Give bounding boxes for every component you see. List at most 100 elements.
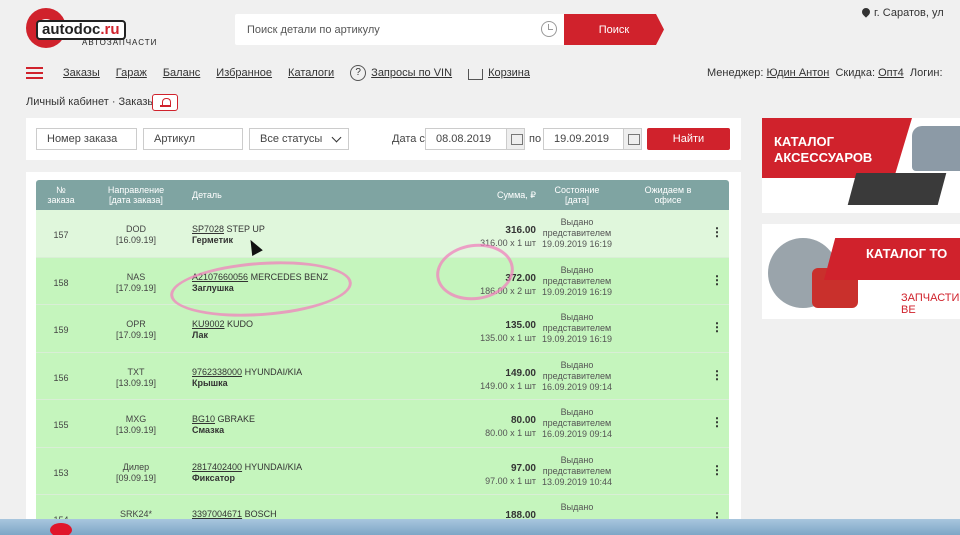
status-select[interactable]: Все статусы	[249, 128, 349, 150]
part-article-link[interactable]: KU9002	[192, 319, 225, 329]
nav-cart[interactable]: Корзина	[468, 67, 530, 80]
order-part: 2817402400 HYUNDAI/KIA Фиксатор	[192, 462, 302, 484]
logo-subtitle: АВТОЗАПЧАСТИ	[82, 38, 158, 47]
autodoc-logo[interactable]: autodoc.ru АВТОЗАПЧАСТИ	[26, 8, 176, 48]
order-number: 157	[53, 230, 69, 240]
order-direction: MXG [13.09.19]	[115, 414, 157, 435]
main-nav: Заказы Гараж Баланс Избранное Каталоги ?…	[63, 65, 530, 81]
more-options-icon[interactable]: ⋮	[711, 273, 723, 287]
car-image	[912, 126, 960, 171]
nav-catalogs[interactable]: Каталоги	[288, 67, 334, 79]
part-name: Крышка	[192, 377, 228, 388]
notification-bell-icon[interactable]	[152, 94, 178, 111]
nav-vin-label[interactable]: Запросы по VIN	[371, 67, 452, 79]
order-number: 155	[53, 420, 69, 430]
date-to-label: по	[529, 133, 542, 145]
header-state: Состояние [дата]	[554, 185, 600, 205]
more-options-icon[interactable]: ⋮	[711, 225, 723, 239]
date-to-field[interactable]: 19.09.2019	[543, 128, 642, 150]
opera-browser-icon[interactable]	[50, 523, 72, 535]
table-row[interactable]: 155 MXG [13.09.19] BG10 GBRAKE Смазка 80.00 80…	[36, 400, 729, 448]
more-options-icon[interactable]: ⋮	[711, 368, 723, 382]
order-sum: 372.00 186.00 x 2 шт	[480, 272, 536, 296]
orders-table: № заказа Направление [дата заказа] Деталь …	[26, 172, 741, 535]
find-button[interactable]: Найти	[647, 128, 730, 150]
table-body: 157 DOD [16.09.19] SP7028 STEP UP Герметик 31…	[36, 210, 729, 535]
nav-cart-label[interactable]: Корзина	[488, 67, 530, 79]
more-options-icon[interactable]: ⋮	[711, 463, 723, 477]
order-state: Выдано представителем 19.09.2019 16:19	[541, 217, 613, 249]
city-selector[interactable]: г. Саратов, ул	[860, 6, 944, 19]
order-number: 158	[53, 277, 69, 288]
status-value: Все статусы	[260, 133, 323, 145]
order-sum: 135.00 135.00 x 1 шт	[480, 320, 536, 343]
nav-favorites[interactable]: Избранное	[216, 67, 272, 79]
history-icon[interactable]	[541, 21, 557, 37]
order-number: 153	[53, 467, 69, 478]
table-header: № заказа Направление [дата заказа] Деталь …	[36, 180, 729, 210]
part-article-link[interactable]: 2817402400	[192, 462, 242, 472]
header-order-number: № заказа	[47, 185, 75, 205]
nav-balance[interactable]: Баланс	[163, 67, 200, 79]
os-taskbar	[0, 519, 960, 535]
order-state: Выдано представителем 16.09.2019 09:14	[541, 359, 613, 392]
table-row[interactable]: 158 NAS [17.09.19] A2107660056 MERCEDES BEN…	[36, 257, 729, 305]
order-direction: OPR [17.09.19]	[115, 319, 157, 340]
breadcrumb: Личный кабинет · Заказы	[26, 96, 156, 108]
nav-garage[interactable]: Гараж	[116, 67, 147, 79]
more-options-icon[interactable]: ⋮	[711, 415, 723, 429]
maintenance-banner-title: КАТАЛОГ ТО	[866, 246, 948, 261]
order-number: 159	[53, 325, 69, 335]
part-name: Смазка	[192, 425, 225, 435]
order-part: 9762338000 HYUNDAI/KIA Крышка	[192, 367, 302, 389]
order-state: Выдано представителем 13.09.2019 10:44	[541, 454, 613, 487]
search-input[interactable]	[235, 14, 525, 45]
calendar-icon[interactable]	[506, 129, 524, 149]
part-article-link[interactable]: SP7028	[192, 224, 224, 234]
login-label: Логин:	[909, 67, 943, 79]
part-name: Заглушка	[192, 282, 234, 293]
discount-link[interactable]: Опт4	[878, 67, 904, 79]
table-row[interactable]: 157 DOD [16.09.19] SP7028 STEP UP Герметик 31…	[36, 210, 729, 258]
part-name: Лак	[192, 330, 209, 340]
part-article-link[interactable]: BG10	[192, 414, 215, 424]
location-pin-icon	[860, 6, 872, 18]
part-article-link[interactable]: A2107660056	[192, 272, 248, 282]
calendar-icon[interactable]	[623, 129, 641, 149]
order-number-field[interactable]	[36, 128, 137, 150]
order-direction: TXT [13.09.19]	[115, 366, 157, 388]
table-row[interactable]: 156 TXT [13.09.19] 9762338000 HYUNDAI/KIA Кр…	[36, 352, 729, 400]
part-brand: HYUNDAI/KIA	[244, 366, 303, 377]
date-to-value: 19.09.2019	[554, 133, 610, 145]
more-options-icon[interactable]: ⋮	[711, 320, 723, 334]
header-awaiting: Ожидаем в офисе	[644, 185, 692, 205]
part-article-link[interactable]: 3397004671	[192, 509, 242, 519]
date-from-field[interactable]: 08.08.2019	[425, 128, 525, 150]
part-article-link[interactable]: 9762338000	[192, 367, 242, 377]
menu-icon[interactable]	[26, 67, 43, 79]
article-input[interactable]	[154, 129, 242, 149]
part-name: Герметик	[192, 235, 234, 245]
maintenance-catalog-banner[interactable]: КАТАЛОГ ТО ЗАПЧАСТИ ВЕ	[762, 224, 960, 319]
part-brand: GBRAKE	[217, 414, 256, 424]
logo-brand: autodoc.ru	[36, 20, 126, 40]
order-part: BG10 GBRAKE Смазка	[192, 414, 255, 436]
part-brand: STEP UP	[226, 224, 265, 234]
nav-vin-requests[interactable]: ? Запросы по VIN	[350, 65, 452, 81]
order-sum: 149.00 149.00 x 1 шт	[480, 367, 536, 391]
accessories-catalog-banner[interactable]: КАТАЛОГ АКСЕССУАРОВ	[762, 118, 960, 213]
header-sum: Сумма, ₽	[496, 190, 536, 200]
manager-link[interactable]: Юдин Антон	[767, 67, 830, 79]
part-brand: BOSCH	[244, 509, 277, 519]
order-direction: Дилер [09.09.19]	[115, 461, 157, 483]
search-button[interactable]: Поиск	[564, 14, 664, 45]
table-row[interactable]: 153 Дилер [09.09.19] 2817402400 HYUNDAI/KIA…	[36, 447, 729, 495]
nav-orders[interactable]: Заказы	[63, 67, 100, 79]
order-number-input[interactable]	[47, 129, 136, 149]
chevron-down-icon	[331, 132, 342, 143]
table-row[interactable]: 159 OPR [17.09.19] KU9002 KUDO Лак 135.00 135.…	[36, 305, 729, 353]
article-field[interactable]	[143, 128, 243, 150]
city-label: г. Саратов, ул	[874, 7, 944, 19]
part-name: Фиксатор	[192, 472, 236, 483]
order-sum: 97.00 97.00 x 1 шт	[485, 462, 536, 486]
